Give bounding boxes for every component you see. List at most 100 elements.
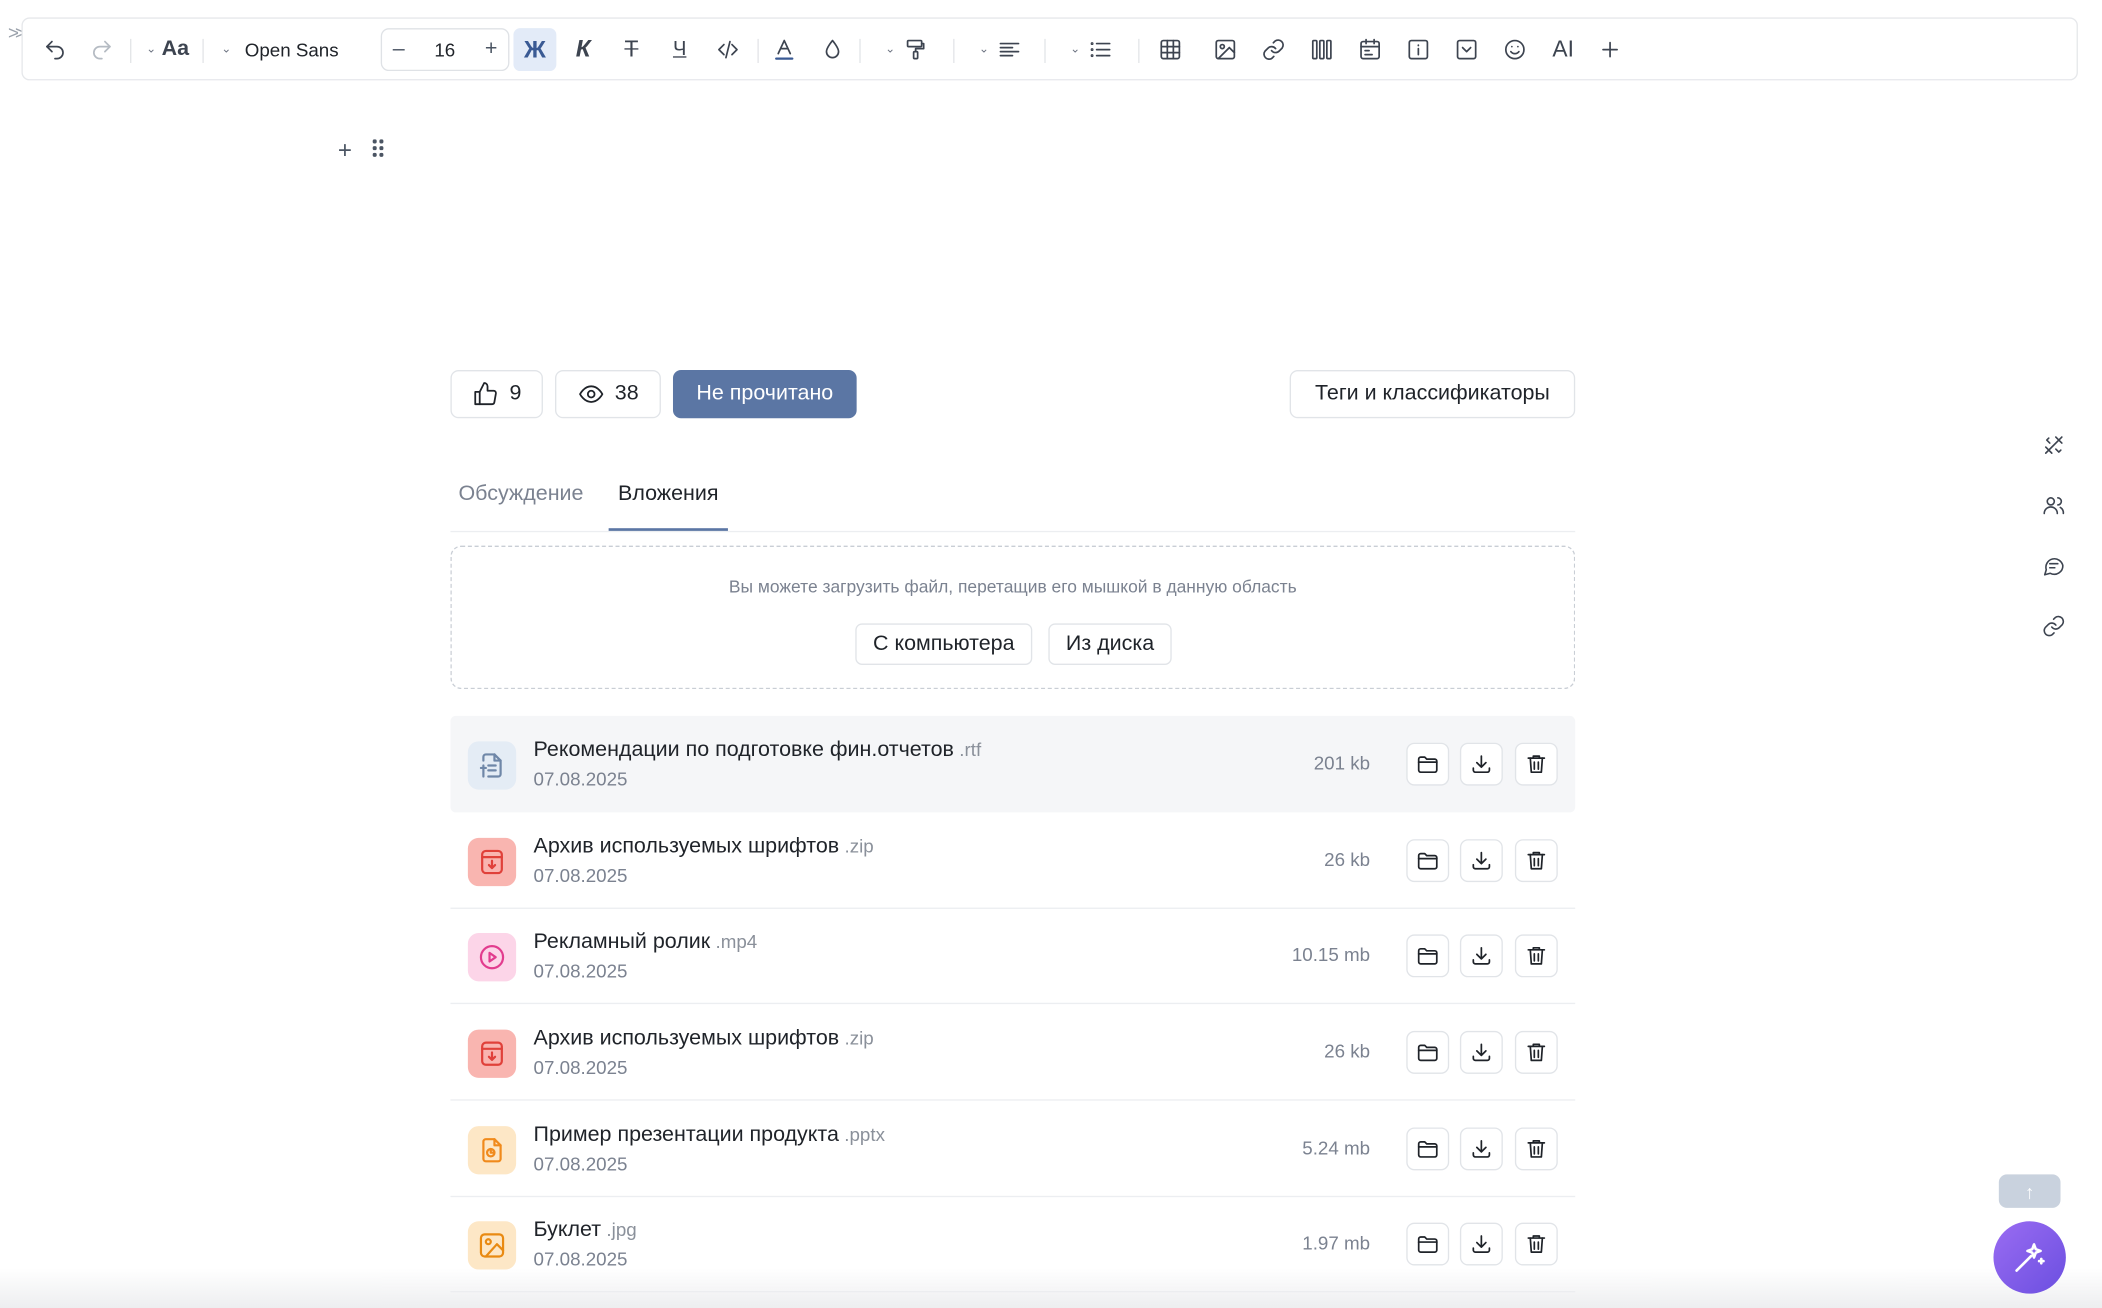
trash-icon xyxy=(1527,1139,1546,1158)
undo-icon[interactable] xyxy=(39,19,71,79)
file-size: 1.97 mb xyxy=(1302,1232,1371,1254)
archive-icon xyxy=(467,837,517,887)
file-row[interactable]: Архив используемых шрифтов .zip 07.08.202… xyxy=(450,1004,1576,1101)
ai-assistant-button[interactable]: AI xyxy=(1546,19,1581,79)
upload-from-disk-button[interactable]: Из диска xyxy=(1048,623,1172,665)
font-family-value: Open Sans xyxy=(244,38,339,60)
tab-attachments[interactable]: Вложения xyxy=(618,483,718,507)
table-icon[interactable] xyxy=(1154,19,1186,79)
folder-icon xyxy=(1417,1141,1438,1158)
chevron-down-icon: ⌄ xyxy=(978,41,990,55)
tab-discussion[interactable]: Обсуждение xyxy=(458,483,583,507)
file-row[interactable]: Рекомендации по подготовке фин.отчетов .r… xyxy=(450,715,1576,813)
file-row[interactable]: Архив используемых шрифтов .zip 07.08.202… xyxy=(450,812,1576,909)
file-name[interactable]: Рекомендации по подготовке фин.отчетов .r… xyxy=(534,739,982,763)
underline-button[interactable]: Ч xyxy=(664,19,696,79)
like-button[interactable]: 9 xyxy=(450,370,543,419)
drag-handle-icon[interactable] xyxy=(372,139,386,158)
folder-icon xyxy=(1417,756,1438,774)
open-folder-button[interactable] xyxy=(1406,934,1450,978)
open-folder-button[interactable] xyxy=(1406,1127,1450,1171)
share-link-icon[interactable] xyxy=(2040,613,2067,640)
participants-icon[interactable] xyxy=(2040,492,2067,519)
file-name[interactable]: Архив используемых шрифтов .zip xyxy=(534,1027,874,1051)
mark-unread-button[interactable]: Не прочитано xyxy=(672,370,857,419)
eye-icon xyxy=(578,385,603,403)
add-block-icon[interactable]: + xyxy=(338,137,352,165)
text-style-dropdown[interactable]: ⌄ Aa xyxy=(141,19,195,79)
trash-icon xyxy=(1527,946,1546,965)
file-row[interactable]: Рекламный ролик .mp4 07.08.2025 10.15 mb xyxy=(450,908,1576,1005)
open-folder-button[interactable] xyxy=(1406,839,1450,883)
folder-icon xyxy=(1417,1236,1438,1253)
align-left-icon xyxy=(999,42,1020,56)
trash-icon xyxy=(1527,1043,1546,1062)
expand-sidebar-icon[interactable]: >> xyxy=(8,21,26,42)
strikethrough-button[interactable]: Т xyxy=(615,19,647,79)
italic-button[interactable]: К xyxy=(567,19,599,79)
bold-button[interactable]: Ж xyxy=(513,28,557,72)
delete-button[interactable] xyxy=(1514,1222,1558,1266)
file-date: 07.08.2025 xyxy=(533,768,628,790)
image-icon[interactable] xyxy=(1209,19,1241,79)
file-size: 10.15 mb xyxy=(1291,943,1371,966)
download-button[interactable] xyxy=(1459,1222,1503,1266)
scroll-to-top-button[interactable]: ↑ xyxy=(1998,1174,2061,1208)
delete-button[interactable] xyxy=(1514,1030,1558,1074)
download-button[interactable] xyxy=(1459,742,1503,786)
open-folder-button[interactable] xyxy=(1406,1222,1450,1266)
text-color-icon[interactable] xyxy=(768,19,800,79)
trash-icon xyxy=(1527,755,1546,774)
delete-button[interactable] xyxy=(1514,839,1558,883)
download-button[interactable] xyxy=(1459,1127,1503,1171)
file-date: 07.08.2025 xyxy=(533,1056,628,1078)
file-row[interactable]: Пример презентации продукта .pptx 07.08.2… xyxy=(450,1101,1576,1198)
list-dropdown[interactable]: ⌄ xyxy=(1063,19,1119,79)
insert-plus-icon[interactable] xyxy=(1594,19,1626,79)
emoji-icon[interactable] xyxy=(1499,19,1531,79)
font-family-select[interactable]: ⌄ Open Sans xyxy=(221,19,355,79)
delete-button[interactable] xyxy=(1514,742,1558,786)
format-painter-dropdown[interactable]: ⌄ xyxy=(875,19,937,79)
download-button[interactable] xyxy=(1459,839,1503,883)
file-size: 201 kb xyxy=(1313,752,1371,774)
columns-icon[interactable] xyxy=(1306,19,1338,79)
comments-icon[interactable] xyxy=(2040,552,2067,579)
collapsible-block-icon[interactable] xyxy=(1451,19,1483,79)
open-folder-button[interactable] xyxy=(1406,742,1450,786)
delete-button[interactable] xyxy=(1514,934,1558,978)
file-extension: .rtf xyxy=(959,738,982,761)
download-button[interactable] xyxy=(1459,1030,1503,1074)
delete-button[interactable] xyxy=(1514,1127,1558,1171)
file-date: 07.08.2025 xyxy=(533,959,628,982)
calendar-icon[interactable] xyxy=(1354,19,1386,79)
decrease-size-button[interactable]: – xyxy=(393,38,405,62)
trash-icon xyxy=(1527,851,1546,870)
file-name[interactable]: Архив используемых шрифтов .zip xyxy=(534,835,874,859)
download-icon xyxy=(1472,1139,1491,1158)
file-name[interactable]: Пример презентации продукта .pptx xyxy=(534,1123,885,1147)
link-icon[interactable] xyxy=(1257,19,1289,79)
file-date: 07.08.2025 xyxy=(533,864,628,887)
align-dropdown[interactable]: ⌄ xyxy=(972,19,1028,79)
font-size-value[interactable]: 16 xyxy=(434,39,455,60)
ai-sparkle-button[interactable] xyxy=(1993,1221,2066,1294)
increase-size-button[interactable]: + xyxy=(485,38,498,62)
download-icon xyxy=(1472,1235,1491,1253)
info-block-icon[interactable] xyxy=(1402,19,1434,79)
app-root: >> ⌄ Aa ⌄ Open Sans – 16 + Ж К Т Ч ⌄ ⌄ ⌄… xyxy=(0,0,2102,1308)
download-button[interactable] xyxy=(1459,934,1503,978)
highlight-color-icon[interactable] xyxy=(816,19,848,79)
font-size-stepper[interactable]: – 16 + xyxy=(380,28,510,72)
file-dropzone[interactable]: Вы можете загрузить файл, перетащив его … xyxy=(450,545,1576,690)
tools-icon[interactable] xyxy=(2040,432,2067,459)
upload-from-computer-button[interactable]: С компьютера xyxy=(855,623,1033,665)
open-folder-button[interactable] xyxy=(1406,1030,1450,1074)
file-name[interactable]: Рекламный ролик .mp4 xyxy=(534,930,758,954)
chevron-down-icon: ⌄ xyxy=(885,41,896,55)
code-icon[interactable] xyxy=(709,19,747,79)
file-name[interactable]: Буклет .jpg xyxy=(534,1219,637,1243)
views-counter: 38 xyxy=(555,370,661,419)
tags-classifiers-button[interactable]: Теги и классификаторы xyxy=(1289,370,1576,419)
redo-icon[interactable] xyxy=(86,19,118,79)
